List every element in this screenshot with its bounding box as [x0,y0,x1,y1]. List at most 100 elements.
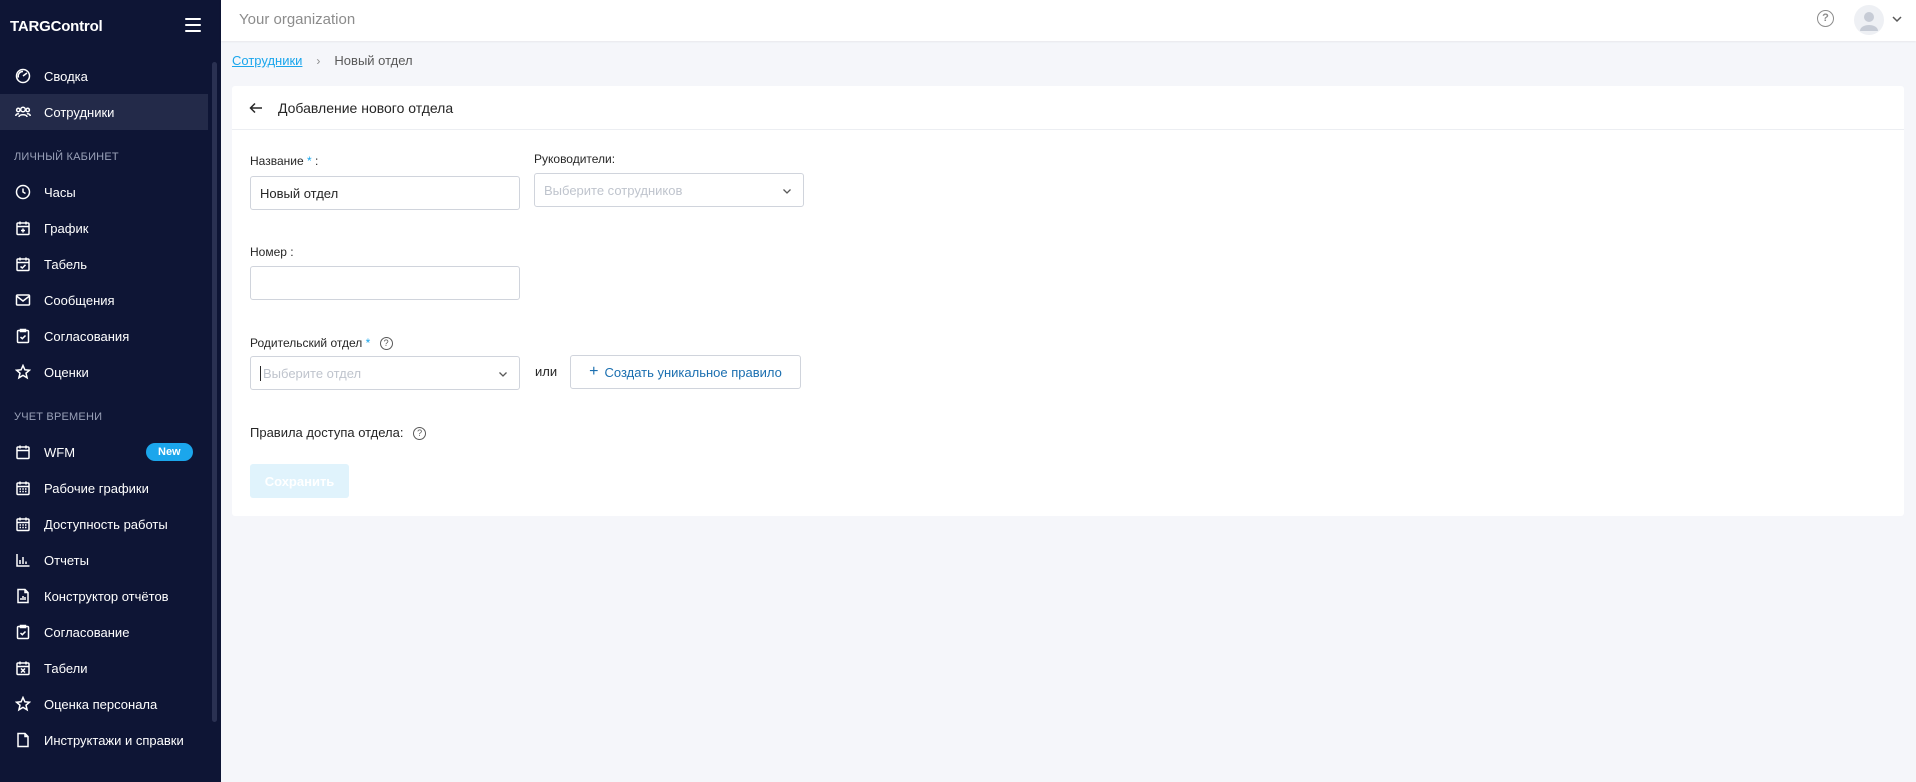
star-icon [15,696,31,712]
calendar-x-icon [15,660,31,676]
label-colon: : [314,154,319,168]
name-field-label: Название * : [250,154,318,168]
sidebar-item-availability[interactable]: Доступность работы [0,506,208,542]
required-mark: * [365,336,371,350]
parent-label-text: Родительский отдел [250,336,363,350]
sidebar-item-label: Согласования [44,328,130,344]
parent-department-label: Родительский отдел * ? [250,336,393,351]
sidebar-item-reports[interactable]: Отчеты [0,542,208,578]
sidebar-item-label: Конструктор отчётов [44,588,169,604]
brand: TARGControl [0,0,221,52]
organization-name[interactable]: Your organization [239,11,355,28]
sidebar-item-hours[interactable]: Часы [0,174,208,210]
sidebar-item-timesheets[interactable]: Табели [0,650,208,686]
calendar-icon [15,444,31,460]
breadcrumb-current: Новый отдел [334,53,413,68]
new-badge: New [146,443,193,461]
calendar-grid-icon [15,480,31,496]
sidebar-item-label: Согласование [44,624,130,640]
calendar-grid-icon [15,516,31,532]
sidebar-item-approvals[interactable]: Согласования [0,318,208,354]
managers-placeholder: Выберите сотрудников [544,182,683,198]
hamburger-menu-icon[interactable] [185,18,201,32]
required-mark: * [306,154,312,168]
sidebar-item-briefings[interactable]: Инструктажи и справки [0,722,208,758]
parent-department-select[interactable]: Выберите отдел [250,356,520,390]
sidebar-item-employees[interactable]: Сотрудники [0,94,208,130]
calendar-check-icon [15,256,31,272]
back-arrow-icon[interactable] [248,100,264,116]
number-label: Номер : [250,245,294,259]
dashboard-icon [15,68,31,84]
breadcrumb: Сотрудники › Новый отдел [232,53,413,68]
sidebar-item-label: Сообщения [44,292,115,308]
sidebar-item-messages[interactable]: Сообщения [0,282,208,318]
top-bar: Your organization ? [221,0,1916,41]
sidebar-section-time: УЧЕТ ВРЕМЕНИ [14,411,103,423]
plus-icon: + [589,363,599,380]
sidebar-item-label: Рабочие графики [44,480,149,496]
managers-select[interactable]: Выберите сотрудников [534,173,804,207]
sidebar-scrollbar[interactable] [212,62,217,722]
file-chart-icon [15,588,31,604]
page-title: Добавление нового отдела [278,99,454,116]
sidebar: TARGControl Сводка Сотрудники ЛИЧНЫЙ КАБ… [0,0,221,782]
calendar-add-icon [15,220,31,236]
sidebar-item-label: Оценки [44,364,89,380]
clipboard-check-icon [15,624,31,640]
card-header: Добавление нового отдела [232,86,1904,130]
sidebar-item-approval[interactable]: Согласование [0,614,208,650]
chevron-down-icon[interactable] [1891,13,1903,25]
sidebar-item-ratings[interactable]: Оценки [0,354,208,390]
mail-icon [15,292,31,308]
sidebar-nav: Сводка Сотрудники ЛИЧНЫЙ КАБИНЕТ Часы Гр… [0,58,221,758]
sidebar-item-label: Сводка [44,68,88,84]
sidebar-item-label: Доступность работы [44,516,168,532]
parent-placeholder: Выберите отдел [263,365,362,381]
help-icon[interactable]: ? [379,337,393,351]
chevron-down-icon [499,372,507,377]
name-label-text: Название [250,154,304,168]
form-card: Добавление нового отдела Название * : Но… [232,86,1904,516]
save-button[interactable]: Сохранить [250,464,349,498]
chevron-down-icon [783,189,791,194]
users-icon [15,104,31,120]
avatar[interactable] [1854,5,1884,35]
sidebar-item-label: Часы [44,184,76,200]
sidebar-item-label: График [44,220,89,236]
star-icon [15,364,31,380]
help-icon[interactable]: ? [413,427,427,441]
number-input[interactable] [250,266,520,300]
breadcrumb-separator: › [316,53,321,68]
access-rules-label: Правила доступа отдела: ? [250,425,427,441]
sidebar-item-svodka[interactable]: Сводка [0,58,208,94]
sidebar-item-timesheet[interactable]: Табель [0,246,208,282]
brand-logo-text: TARGControl [10,17,103,35]
or-text: или [535,364,558,379]
sidebar-item-label: Сотрудники [44,104,115,120]
help-icon[interactable]: ? [1817,10,1834,27]
sidebar-section-personal: ЛИЧНЫЙ КАБИНЕТ [14,151,119,163]
sidebar-item-label: WFM [44,444,76,460]
managers-label: Руководители: [534,152,616,166]
sidebar-item-label: Инструктажи и справки [44,732,184,748]
sidebar-item-work-schedules[interactable]: Рабочие графики [0,470,208,506]
sidebar-item-schedule[interactable]: График [0,210,208,246]
sidebar-item-report-builder[interactable]: Конструктор отчётов [0,578,208,614]
sidebar-item-label: Табель [44,256,88,272]
sidebar-item-label: Оценка персонала [44,696,158,712]
name-input[interactable]: Новый отдел [250,176,520,210]
sidebar-item-staff-evaluation[interactable]: Оценка персонала [0,686,208,722]
access-rules-text: Правила доступа отдела: [250,425,404,440]
clock-icon [15,184,31,200]
breadcrumb-link-employees[interactable]: Сотрудники [232,53,302,68]
sidebar-item-wfm[interactable]: WFM New [0,434,208,470]
bar-chart-icon [15,552,31,568]
name-input-value: Новый отдел [260,185,339,201]
document-icon [15,732,31,748]
create-unique-rule-button[interactable]: + Создать уникальное правило [570,355,801,389]
sidebar-item-label: Отчеты [44,552,89,568]
clipboard-check-icon [15,328,31,344]
create-rule-label: Создать уникальное правило [604,364,782,380]
text-caret [260,365,261,381]
